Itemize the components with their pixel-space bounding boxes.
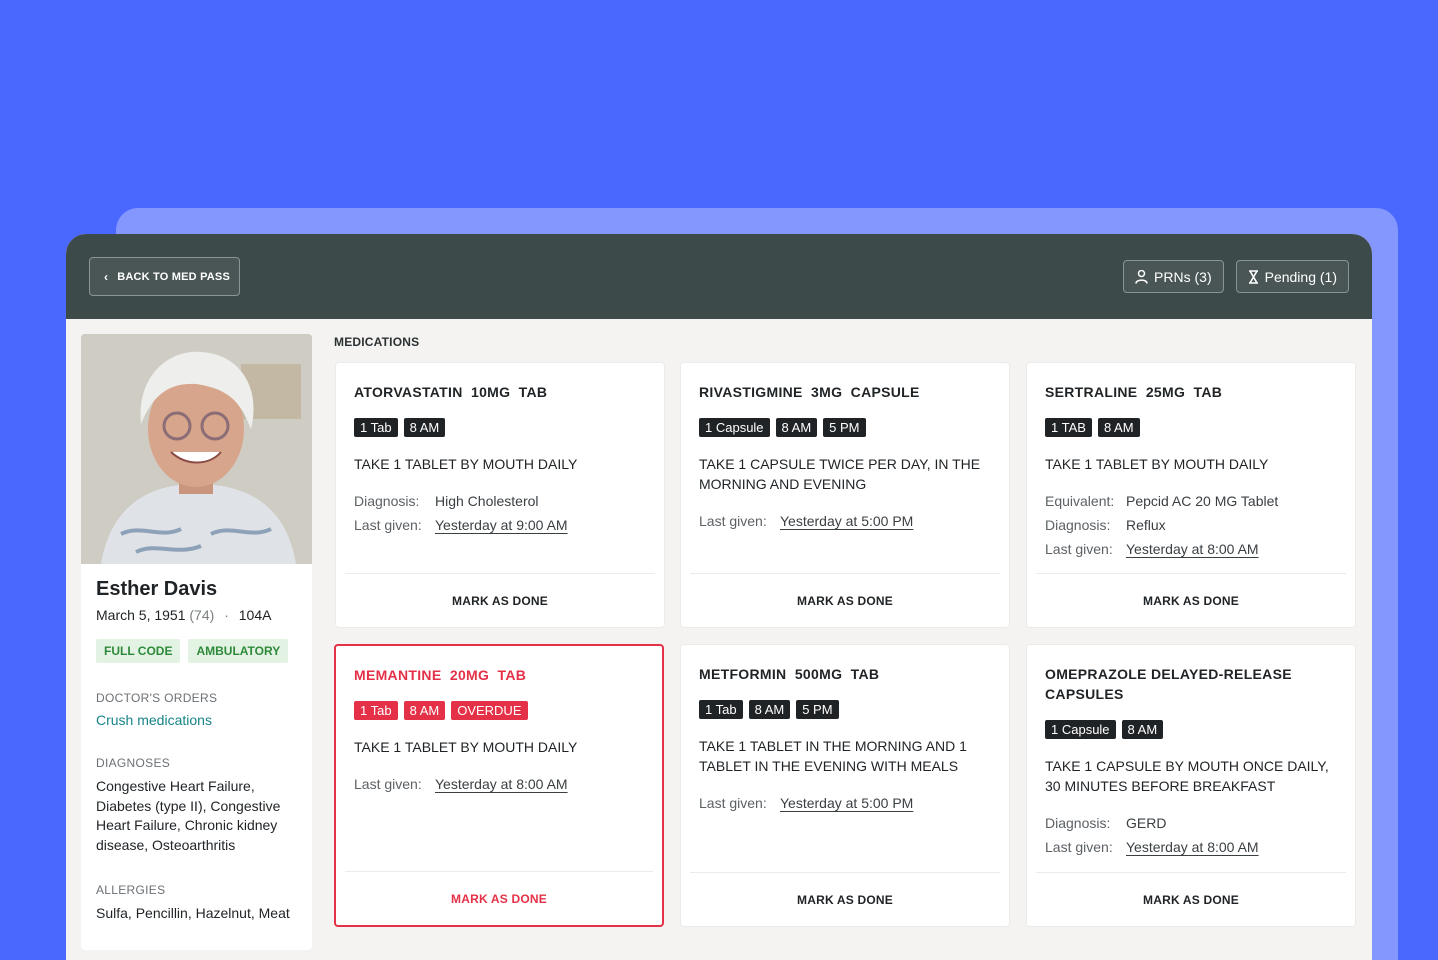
equivalent-value: Pepcid AC 20 MG Tablet [1126, 493, 1279, 509]
last-given-link[interactable]: Yesterday at 5:00 PM [780, 791, 913, 815]
medication-instructions: TAKE 1 CAPSULE BY MOUTH ONCE DAILY, 30 M… [1045, 758, 1329, 794]
mark-as-done-button[interactable]: MARK AS DONE [690, 872, 1000, 926]
medication-card: SERTRALINE 25MG TAB 1 TAB 8 AM TAKE 1 TA… [1026, 362, 1356, 628]
medications-heading: MEDICATIONS [334, 335, 420, 349]
time-chip: 5 PM [823, 418, 866, 437]
diagnosis-label: Diagnosis: [1045, 517, 1111, 533]
dose-chip: 1 Tab [354, 418, 398, 437]
allergies-label: ALLERGIES [96, 883, 166, 897]
chevron-left-icon: ‹ [104, 269, 109, 284]
prns-button[interactable]: PRNs (3) [1123, 260, 1224, 293]
patient-meta: March 5, 1951 (74) · 104A [96, 607, 297, 623]
medication-instructions: TAKE 1 TABLET BY MOUTH DAILY [354, 739, 578, 755]
person-icon [1135, 269, 1148, 284]
medication-instructions: TAKE 1 TABLET IN THE MORNING AND 1 TABLE… [699, 738, 967, 774]
medication-card: OMEPRAZOLE DELAYED-RELEASE CAPSULES 1 Ca… [1026, 644, 1356, 927]
prns-label: PRNs (3) [1154, 268, 1212, 285]
patient-age: (74) [189, 607, 215, 623]
top-bar: ‹ BACK TO MED PASS PRNs (3) Pending (1) [66, 234, 1372, 319]
time-chip: 8 AM [775, 418, 818, 437]
medication-title: METFORMIN 500MG TAB [699, 666, 880, 682]
patient-tags: FULL CODE AMBULATORY [96, 639, 297, 663]
mark-as-done-button[interactable]: MARK AS DONE [1036, 872, 1346, 926]
time-chip: 8 AM [1097, 418, 1140, 437]
dose-chip: 1 Tab [354, 701, 398, 720]
medication-card: ATORVASTATIN 10MG TAB 1 Tab 8 AM TAKE 1 … [335, 362, 665, 628]
time-chip: 8 AM [403, 418, 446, 437]
last-given-link[interactable]: Yesterday at 8:00 AM [1126, 537, 1259, 561]
medication-title: MEMANTINE 20MG TAB [354, 667, 527, 683]
mark-as-done-button[interactable]: MARK AS DONE [690, 573, 1000, 627]
diagnosis-value: High Cholesterol [435, 493, 539, 509]
separator-dot: · [224, 607, 229, 623]
last-given-link[interactable]: Yesterday at 8:00 AM [1126, 835, 1259, 859]
medication-instructions: TAKE 1 TABLET BY MOUTH DAILY [354, 456, 578, 472]
medication-title: OMEPRAZOLE DELAYED-RELEASE CAPSULES [1045, 666, 1297, 702]
patient-sidebar: Esther Davis March 5, 1951 (74) · 104A F… [81, 334, 312, 950]
dose-chip: 1 Capsule [699, 418, 770, 437]
patient-name: Esther Davis [96, 578, 218, 600]
last-given-label: Last given: [354, 776, 422, 792]
time-chip: 8 AM [403, 701, 446, 720]
dose-chip: 1 TAB [1045, 418, 1092, 437]
medication-title: SERTRALINE 25MG TAB [1045, 384, 1223, 400]
last-given-link[interactable]: Yesterday at 8:00 AM [435, 772, 568, 796]
allergies-text: Sulfa, Pencillin, Hazelnut, Meat [96, 905, 290, 921]
medication-card: METFORMIN 500MG TAB 1 Tab 8 AM 5 PM TAKE… [680, 644, 1010, 927]
diagnoses-text: Congestive Heart Failure, Diabetes (type… [96, 778, 281, 853]
app-window: ‹ BACK TO MED PASS PRNs (3) Pending (1) [66, 234, 1372, 960]
code-status-badge: FULL CODE [96, 639, 181, 663]
diagnosis-label: Diagnosis: [354, 493, 420, 509]
last-given-label: Last given: [699, 795, 767, 811]
back-button-label: BACK TO MED PASS [117, 270, 231, 283]
time-chip: 8 AM [748, 700, 791, 719]
pending-label: Pending (1) [1264, 268, 1337, 285]
hourglass-icon [1248, 269, 1258, 284]
last-given-link[interactable]: Yesterday at 5:00 PM [780, 509, 913, 533]
last-given-label: Last given: [699, 513, 767, 529]
diagnosis-value: GERD [1126, 815, 1167, 831]
back-to-med-pass-button[interactable]: ‹ BACK TO MED PASS [89, 257, 240, 296]
diagnosis-value: Reflux [1126, 517, 1166, 533]
mobility-badge: AMBULATORY [188, 639, 289, 663]
last-given-label: Last given: [354, 517, 422, 533]
patient-dob: March 5, 1951 [96, 607, 186, 623]
medication-instructions: TAKE 1 TABLET BY MOUTH DAILY [1045, 456, 1269, 472]
time-chip: 8 AM [1121, 720, 1164, 739]
pending-button[interactable]: Pending (1) [1235, 260, 1349, 293]
diagnoses-label: DIAGNOSES [96, 756, 171, 770]
medication-card: RIVASTIGMINE 3MG CAPSULE 1 Capsule 8 AM … [680, 362, 1010, 628]
doctors-orders-link[interactable]: Crush medications [96, 712, 297, 728]
dose-chip: 1 Tab [699, 700, 743, 719]
mark-as-done-button[interactable]: MARK AS DONE [345, 573, 655, 627]
medication-instructions: TAKE 1 CAPSULE TWICE PER DAY, IN THE MOR… [699, 456, 981, 492]
doctors-orders-label: DOCTOR'S ORDERS [96, 691, 218, 705]
diagnosis-label: Diagnosis: [1045, 815, 1111, 831]
mark-as-done-button[interactable]: MARK AS DONE [1036, 573, 1346, 627]
patient-photo [81, 334, 312, 564]
medication-card-overdue: MEMANTINE 20MG TAB 1 Tab 8 AM OVERDUE TA… [334, 644, 664, 927]
overdue-badge: OVERDUE [451, 701, 528, 720]
last-given-label: Last given: [1045, 839, 1113, 855]
patient-room: 104A [238, 607, 272, 623]
equivalent-label: Equivalent: [1045, 493, 1115, 509]
medication-title: RIVASTIGMINE 3MG CAPSULE [699, 384, 920, 400]
mark-as-done-button[interactable]: MARK AS DONE [345, 871, 653, 925]
last-given-label: Last given: [1045, 541, 1113, 557]
medication-title: ATORVASTATIN 10MG TAB [354, 384, 548, 400]
time-chip: 5 PM [796, 700, 839, 719]
last-given-link[interactable]: Yesterday at 9:00 AM [435, 513, 568, 537]
dose-chip: 1 Capsule [1045, 720, 1116, 739]
